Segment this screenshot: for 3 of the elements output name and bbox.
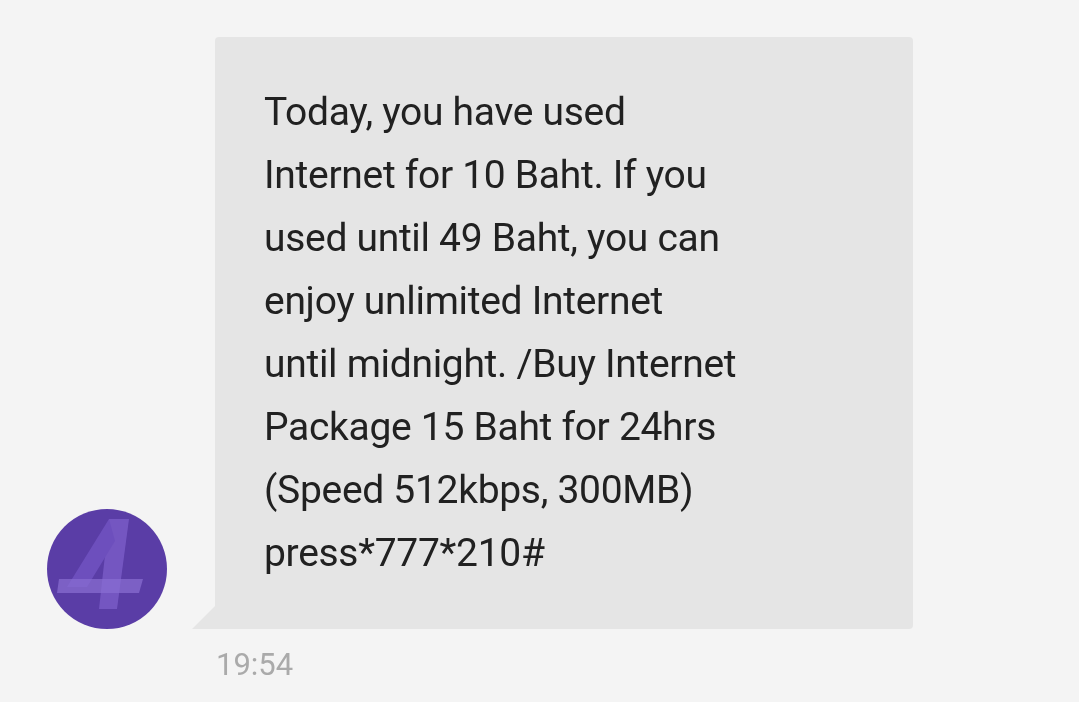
message-time: 19:54 (216, 645, 294, 685)
message-text: Today, you have used Internet for 10 Baht. If you used until 49 Baht, you can enjoy unlimited Internet until midnight. /Buy Internet Package 15 Baht for 24hrs (Speed 512kbps, 300MB) press*777*210# (264, 88, 738, 578)
avatar-logo-icon (47, 509, 167, 629)
